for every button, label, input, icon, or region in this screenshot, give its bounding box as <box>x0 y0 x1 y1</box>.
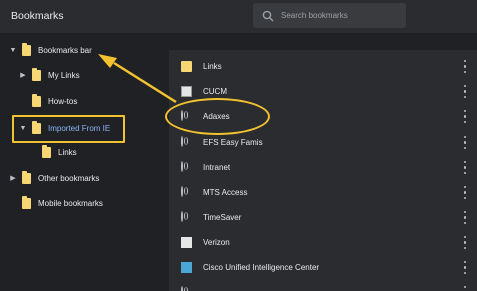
annotation-arrow <box>98 54 177 104</box>
